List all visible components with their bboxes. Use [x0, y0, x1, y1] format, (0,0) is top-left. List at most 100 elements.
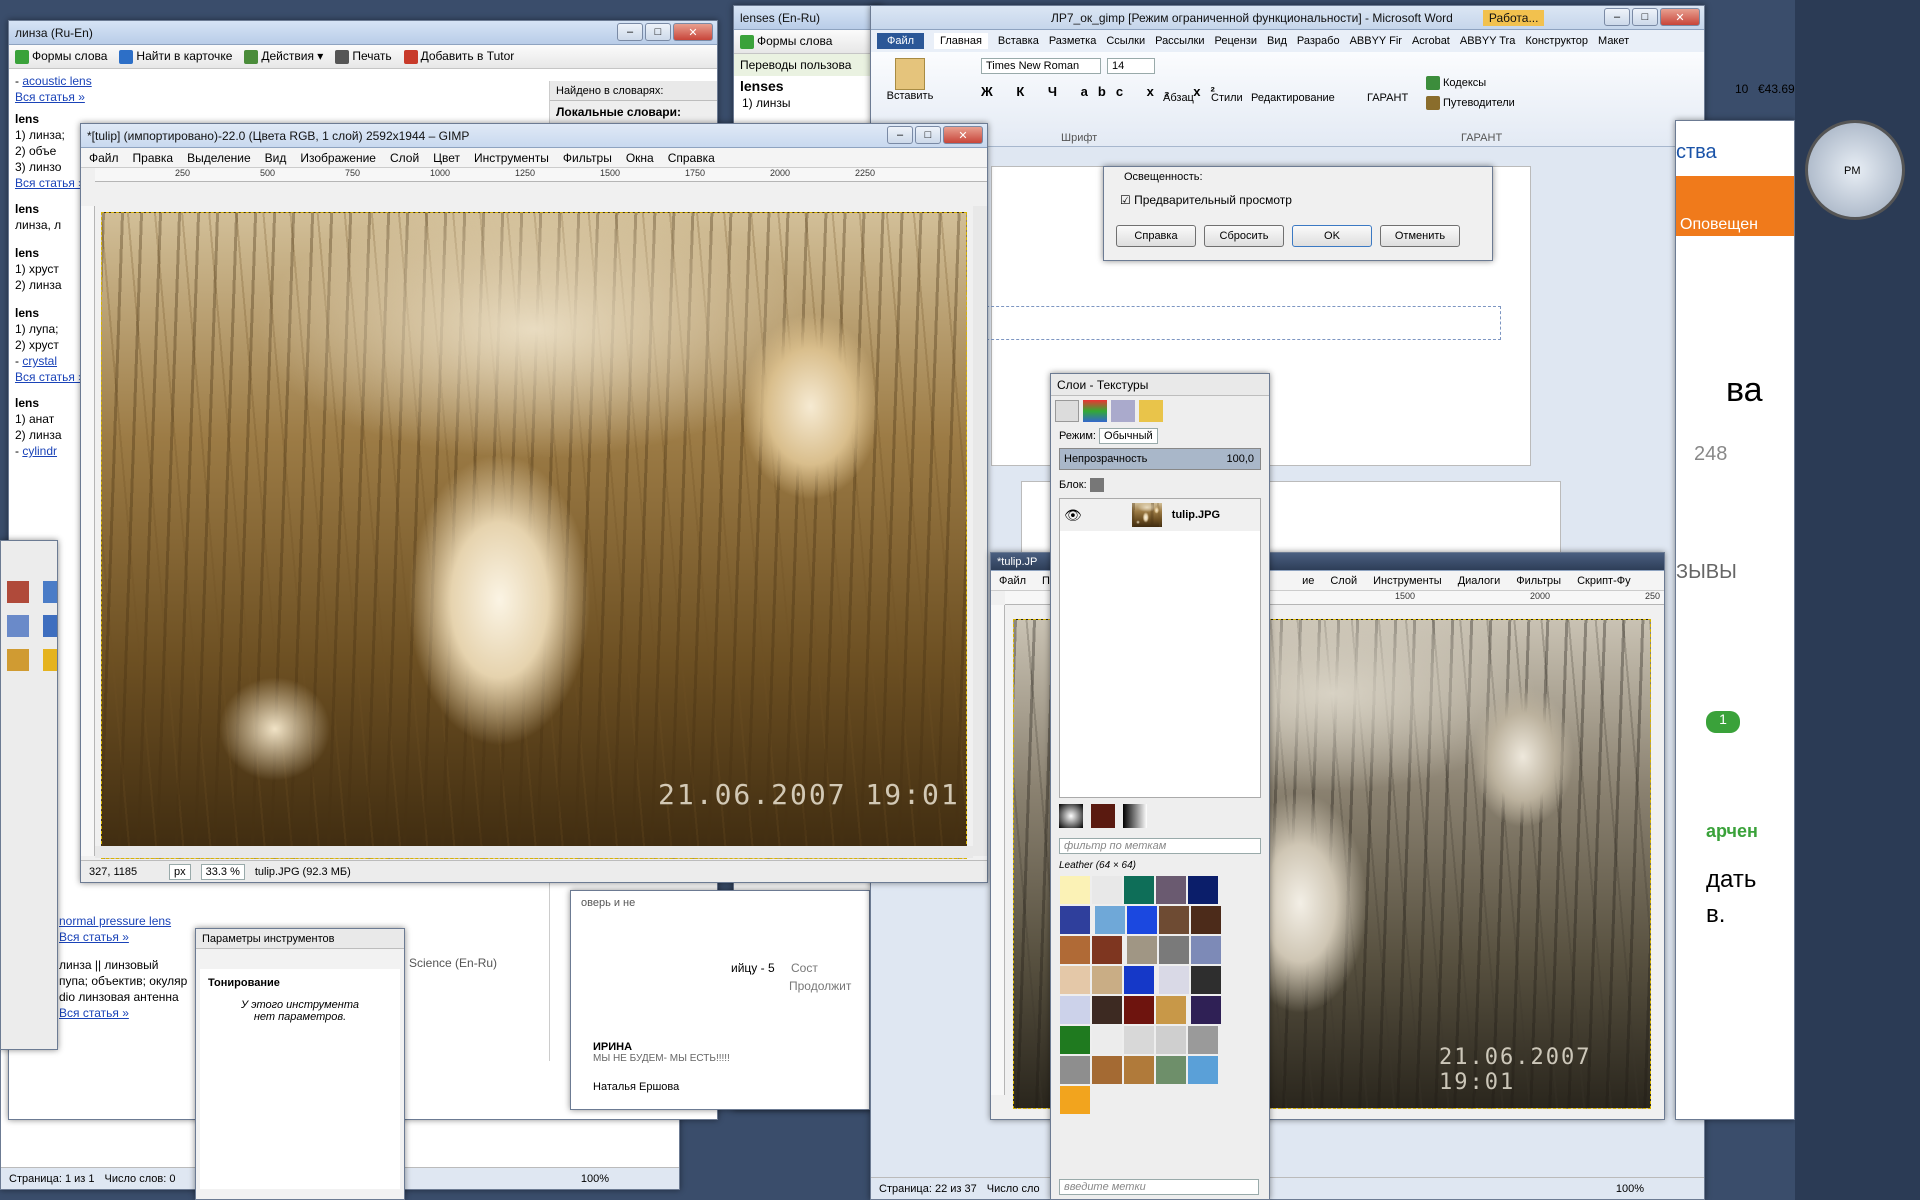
texture-tile[interactable]: [1188, 876, 1218, 904]
tag-filter-input[interactable]: фильтр по меткам: [1059, 838, 1261, 854]
menu-layer[interactable]: Слой: [390, 151, 419, 165]
transform-tool-icon[interactable]: [7, 615, 29, 637]
tab-acrobat[interactable]: Acrobat: [1412, 35, 1450, 47]
vertical-ruler[interactable]: [991, 605, 1005, 1095]
texture-tile[interactable]: [1124, 876, 1154, 904]
word-forms-button[interactable]: Формы слова: [740, 34, 832, 49]
tab-home[interactable]: Главная: [934, 33, 988, 49]
horizontal-ruler[interactable]: 250 500 750 1000 1250 1500 1750 2000 2250: [95, 168, 987, 182]
find-in-card-button[interactable]: Найти в карточке: [119, 49, 232, 64]
reset-button[interactable]: Сбросить: [1204, 225, 1284, 247]
lock-pixels-icon[interactable]: [1089, 478, 1104, 492]
browser-text[interactable]: ства: [1676, 141, 1717, 164]
eye-icon[interactable]: 👁: [1064, 507, 1082, 524]
link-crystal[interactable]: crystal: [22, 354, 57, 368]
texture-tile[interactable]: [1060, 906, 1090, 934]
zoom-level[interactable]: 100%: [581, 1173, 609, 1185]
texture-tile[interactable]: [1092, 966, 1122, 994]
contact-item[interactable]: Наталья Ершова: [593, 1081, 679, 1093]
text-box[interactable]: [971, 306, 1501, 340]
font-size-field[interactable]: 14: [1107, 58, 1155, 74]
zoom-select[interactable]: 33.3 %: [200, 863, 245, 880]
tab-mailings[interactable]: Рассылки: [1155, 35, 1204, 47]
close-button[interactable]: ✕: [943, 126, 983, 144]
title-bar[interactable]: ЛР7_ок_gimp [Режим ограниченной функцион…: [871, 6, 1704, 30]
texture-tile[interactable]: [1159, 906, 1190, 934]
minimize-button[interactable]: –: [617, 23, 643, 41]
title-bar[interactable]: линза (Ru-En): [9, 21, 717, 45]
texture-tile[interactable]: [1156, 1026, 1186, 1054]
cancel-button[interactable]: Отменить: [1380, 225, 1460, 247]
reviews-tab[interactable]: ЗЫВЫ: [1676, 561, 1737, 584]
texture-tile[interactable]: [1188, 1056, 1218, 1084]
heal-tool-icon[interactable]: [43, 649, 57, 671]
menu-colors[interactable]: Цвет: [433, 151, 460, 165]
zoom-level[interactable]: 100%: [1616, 1183, 1644, 1195]
menu-tools[interactable]: Инструменты: [1373, 575, 1442, 587]
texture-tile[interactable]: [1191, 996, 1222, 1024]
preview-checkbox[interactable]: ☑ Предварительный просмотр: [1120, 193, 1292, 207]
texture-tile[interactable]: [1124, 966, 1154, 994]
path-tool-icon[interactable]: [43, 615, 57, 637]
texture-tile[interactable]: [1060, 936, 1090, 964]
unit-select[interactable]: px: [169, 863, 191, 880]
font-name-field[interactable]: Times New Roman: [981, 58, 1101, 74]
menu-filters[interactable]: Фильтры: [1516, 575, 1561, 587]
styles-button[interactable]: Стили: [1211, 92, 1243, 104]
tab-macet[interactable]: Макет: [1598, 35, 1629, 47]
author-name[interactable]: арчен: [1706, 821, 1758, 842]
menu-dialogs[interactable]: Диалоги: [1458, 575, 1501, 587]
tab-layout[interactable]: Разметка: [1049, 35, 1097, 47]
maximize-button[interactable]: □: [915, 126, 941, 144]
horizontal-scrollbar[interactable]: [95, 846, 973, 858]
vertical-scrollbar[interactable]: [973, 206, 987, 856]
menu-tools[interactable]: Инструменты: [474, 151, 549, 165]
texture-tile[interactable]: [1060, 1086, 1090, 1114]
menu-image[interactable]: Изображение: [300, 151, 376, 165]
maximize-button[interactable]: □: [1632, 8, 1658, 26]
texture-tile[interactable]: [1159, 966, 1190, 994]
contact-item[interactable]: ИРИНА МЫ НЕ БУДЕМ- МЫ ЕСТЬ!!!!!: [593, 1041, 730, 1064]
texture-tile[interactable]: [1159, 936, 1190, 964]
maximize-button[interactable]: □: [645, 23, 671, 41]
texture-tile[interactable]: [1060, 1056, 1090, 1084]
gradient-tab-icon[interactable]: [1123, 804, 1147, 828]
texture-tile[interactable]: [1124, 996, 1154, 1024]
menu-layer[interactable]: Слой: [1330, 575, 1357, 587]
crop-tool-icon[interactable]: [7, 581, 29, 603]
actions-button[interactable]: Действия ▾: [244, 49, 323, 64]
layers-tab-icon[interactable]: [1055, 400, 1079, 422]
texture-tile[interactable]: [1124, 1056, 1154, 1084]
tab-insert[interactable]: Вставка: [998, 35, 1039, 47]
notifications-button[interactable]: Оповещен: [1676, 176, 1794, 236]
menu-script-fu[interactable]: Скрипт-Фу: [1577, 575, 1631, 587]
word-forms-button[interactable]: Формы слова: [15, 49, 107, 64]
menu-file[interactable]: Файл: [999, 575, 1026, 587]
texture-tile[interactable]: [1124, 1026, 1154, 1054]
texture-tile[interactable]: [1092, 936, 1122, 964]
menu-file[interactable]: Файл: [89, 151, 119, 165]
brush-tool-icon[interactable]: [7, 649, 29, 671]
add-tutor-button[interactable]: Добавить в Tutor: [403, 49, 514, 64]
guides-button[interactable]: Путеводители: [1426, 96, 1515, 110]
menu-image[interactable]: ие: [1302, 575, 1314, 587]
texture-tile[interactable]: [1092, 1056, 1122, 1084]
texture-tile[interactable]: [1095, 906, 1126, 934]
texture-tile[interactable]: [1191, 906, 1222, 934]
print-button[interactable]: Печать: [335, 49, 392, 64]
minimize-button[interactable]: –: [1604, 8, 1630, 26]
menu-edit[interactable]: Правка: [133, 151, 174, 165]
help-button[interactable]: Справка: [1116, 225, 1196, 247]
texture-tile[interactable]: [1060, 996, 1090, 1024]
minimize-button[interactable]: –: [887, 126, 913, 144]
menu-filters[interactable]: Фильтры: [563, 151, 612, 165]
channels-tab-icon[interactable]: [1083, 400, 1107, 422]
texture-tile[interactable]: [1092, 876, 1122, 904]
tab-abbyy[interactable]: ABBYY Fir: [1350, 35, 1402, 47]
texture-tile[interactable]: [1188, 1026, 1218, 1054]
editing-button[interactable]: Редактирование: [1251, 92, 1335, 104]
paths-tab-icon[interactable]: [1111, 400, 1135, 422]
tulip-image-canvas[interactable]: 21.06.2007 19:01: [101, 212, 967, 859]
tab-references[interactable]: Ссылки: [1106, 35, 1145, 47]
close-button[interactable]: ✕: [1660, 8, 1700, 26]
